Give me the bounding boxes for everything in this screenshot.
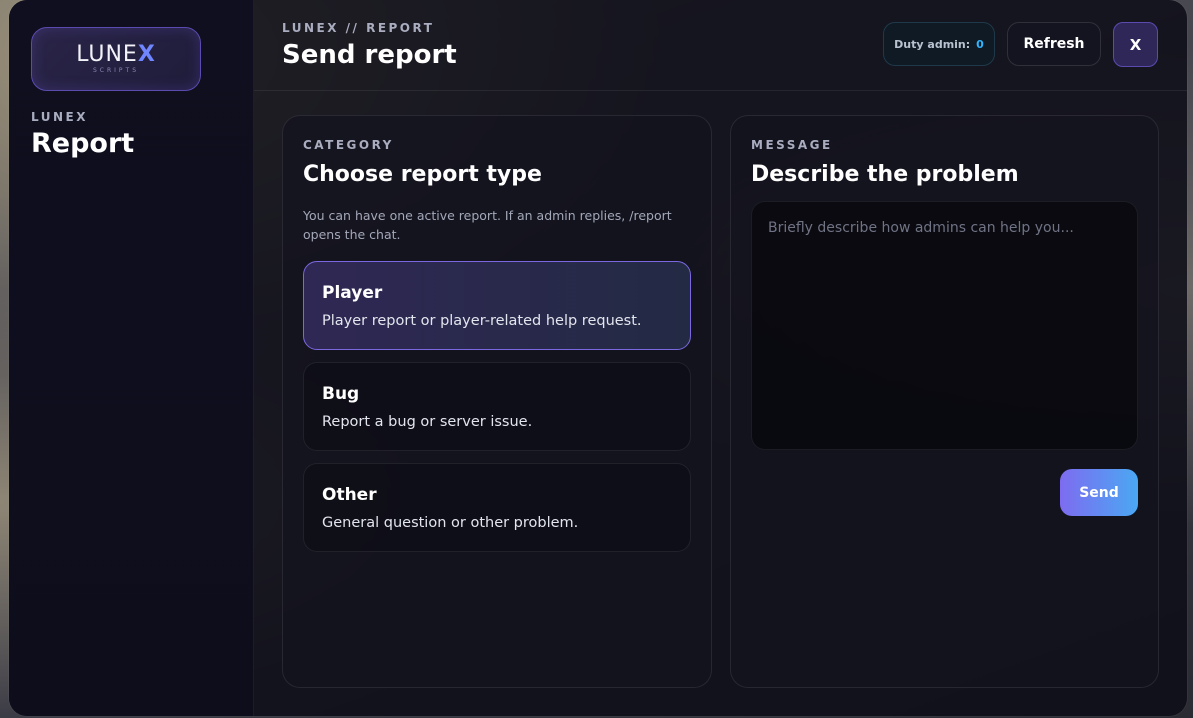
message-title: Describe the problem <box>751 162 1019 187</box>
category-title: Choose report type <box>303 162 542 187</box>
main-area: LUNEX // REPORT Send report Duty admin: … <box>254 0 1187 716</box>
option-other[interactable]: Other General question or other problem. <box>303 463 691 552</box>
category-panel: CATEGORY Choose report type You can have… <box>282 115 712 688</box>
duty-admin-count: 0 <box>976 37 984 51</box>
breadcrumb: LUNEX // REPORT <box>282 21 435 35</box>
sidebar-eyebrow: LUNEX <box>31 110 88 124</box>
report-window: LUNEX SCRIPTS LUNEX Report LUNEX // REPO… <box>9 0 1187 716</box>
logo-wordmark: LUNEX <box>76 42 156 67</box>
category-eyebrow: CATEGORY <box>303 138 394 152</box>
message-eyebrow: MESSAGE <box>751 138 833 152</box>
option-player[interactable]: Player Player report or player-related h… <box>303 261 691 350</box>
option-description: General question or other problem. <box>322 515 579 531</box>
sidebar: LUNEX SCRIPTS LUNEX Report <box>9 0 254 716</box>
message-panel: MESSAGE Describe the problem Send <box>730 115 1159 688</box>
duty-admin-label: Duty admin: <box>894 37 971 51</box>
category-description: You can have one active report. If an ad… <box>303 208 672 242</box>
duty-admin-badge: Duty admin: 0 <box>883 22 995 66</box>
close-button[interactable]: X <box>1113 22 1158 67</box>
sidebar-title: Report <box>31 128 135 159</box>
option-bug[interactable]: Bug Report a bug or server issue. <box>303 362 691 451</box>
option-title: Other <box>322 485 377 505</box>
option-description: Player report or player-related help req… <box>322 313 642 329</box>
logo-subtitle: SCRIPTS <box>92 67 140 74</box>
option-description: Report a bug or server issue. <box>322 414 533 430</box>
page-title: Send report <box>282 40 457 70</box>
header: LUNEX // REPORT Send report Duty admin: … <box>254 0 1187 91</box>
option-title: Player <box>322 283 383 303</box>
message-textarea[interactable] <box>751 201 1138 450</box>
send-button[interactable]: Send <box>1060 469 1138 516</box>
option-title: Bug <box>322 384 360 404</box>
lunex-logo: LUNEX SCRIPTS <box>31 27 201 91</box>
refresh-button[interactable]: Refresh <box>1007 22 1101 66</box>
